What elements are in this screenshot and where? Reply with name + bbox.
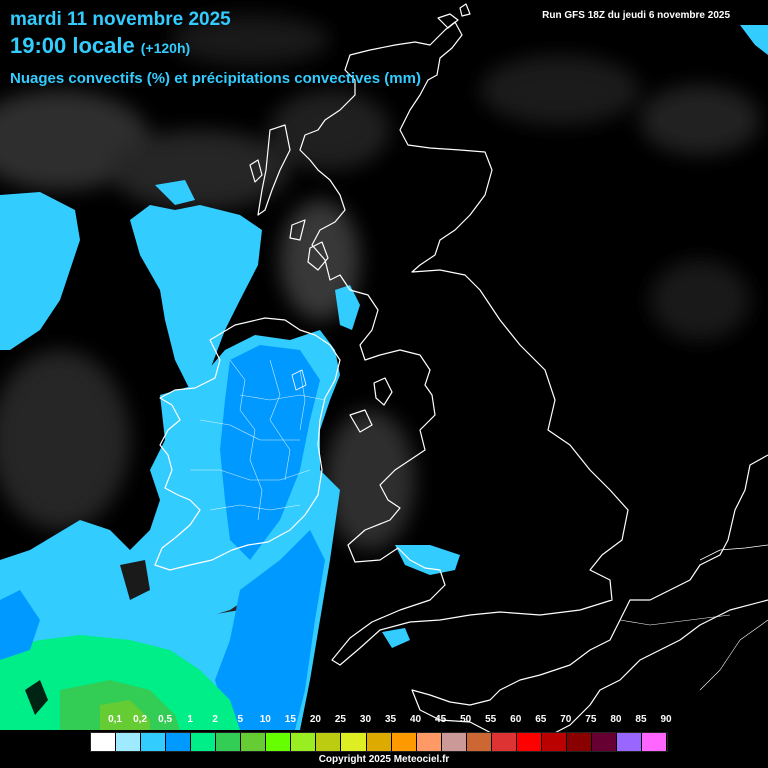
legend-swatch bbox=[416, 733, 442, 751]
forecast-time-label: 19:00 locale bbox=[10, 33, 135, 58]
legend-label: 15 bbox=[284, 714, 296, 725]
legend-swatch bbox=[141, 733, 167, 751]
legend-swatch bbox=[491, 733, 517, 751]
legend-label: 0,1 bbox=[108, 714, 122, 725]
legend-swatch bbox=[316, 733, 342, 751]
legend-label: 0,5 bbox=[158, 714, 173, 725]
legend-label: 40 bbox=[410, 714, 422, 725]
legend-labels: 0,1 0,2 0,5 1 2 5 10 15 20 25 30 35 40 45 50 55 60 65 70 75… bbox=[90, 714, 671, 728]
legend-swatch bbox=[341, 733, 367, 751]
legend-swatch bbox=[441, 733, 467, 751]
legend-swatch bbox=[191, 733, 217, 751]
legend-label: 35 bbox=[384, 714, 397, 725]
legend-label: 55 bbox=[485, 714, 497, 725]
legend-swatch bbox=[591, 733, 617, 751]
model-run-info: Run GFS 18Z du jeudi 6 novembre 2025 bbox=[542, 10, 730, 21]
legend-swatch bbox=[116, 733, 142, 751]
legend-swatch bbox=[291, 733, 317, 751]
legend-label: 70 bbox=[560, 714, 572, 725]
color-legend bbox=[90, 732, 668, 752]
legend-label: 1 bbox=[187, 714, 193, 725]
legend-label: 20 bbox=[309, 714, 321, 725]
legend-label: 10 bbox=[259, 714, 271, 725]
legend-swatch bbox=[616, 733, 643, 751]
legend-swatch bbox=[266, 733, 292, 751]
legend-swatch bbox=[241, 733, 267, 751]
legend-label: 85 bbox=[635, 714, 647, 725]
forecast-map bbox=[0, 0, 768, 768]
forecast-date: mardi 11 novembre 2025 bbox=[10, 9, 231, 30]
legend-label: 45 bbox=[435, 714, 447, 725]
legend-label: 50 bbox=[460, 714, 472, 725]
legend-swatch bbox=[642, 733, 668, 751]
legend-swatch bbox=[516, 733, 542, 751]
copyright-text: Copyright 2025 Meteociel.fr bbox=[318, 754, 450, 765]
legend-swatch bbox=[566, 733, 592, 751]
legend-label: 0,2 bbox=[133, 714, 148, 725]
legend-label: 25 bbox=[334, 714, 346, 725]
forecast-time: 19:00 locale (+120h) bbox=[10, 33, 190, 59]
legend-swatch bbox=[166, 733, 192, 751]
legend-label: 60 bbox=[510, 714, 522, 725]
legend-label: 90 bbox=[660, 714, 672, 725]
legend-label: 2 bbox=[212, 714, 218, 725]
legend-label: 65 bbox=[535, 714, 547, 725]
legend-label: 30 bbox=[359, 714, 372, 725]
legend-swatch bbox=[391, 733, 417, 751]
legend-label: 80 bbox=[610, 714, 622, 725]
legend-swatch bbox=[366, 733, 392, 751]
forecast-lead-time: (+120h) bbox=[140, 40, 191, 56]
legend-label: 75 bbox=[585, 714, 597, 725]
legend-label: 5 bbox=[237, 714, 244, 725]
legend-swatch bbox=[216, 733, 242, 751]
legend-swatch bbox=[466, 733, 492, 751]
legend-swatch bbox=[541, 733, 567, 751]
legend-swatch bbox=[91, 733, 117, 751]
parameter-title: Nuages convectifs (%) et précipitations … bbox=[10, 70, 421, 87]
